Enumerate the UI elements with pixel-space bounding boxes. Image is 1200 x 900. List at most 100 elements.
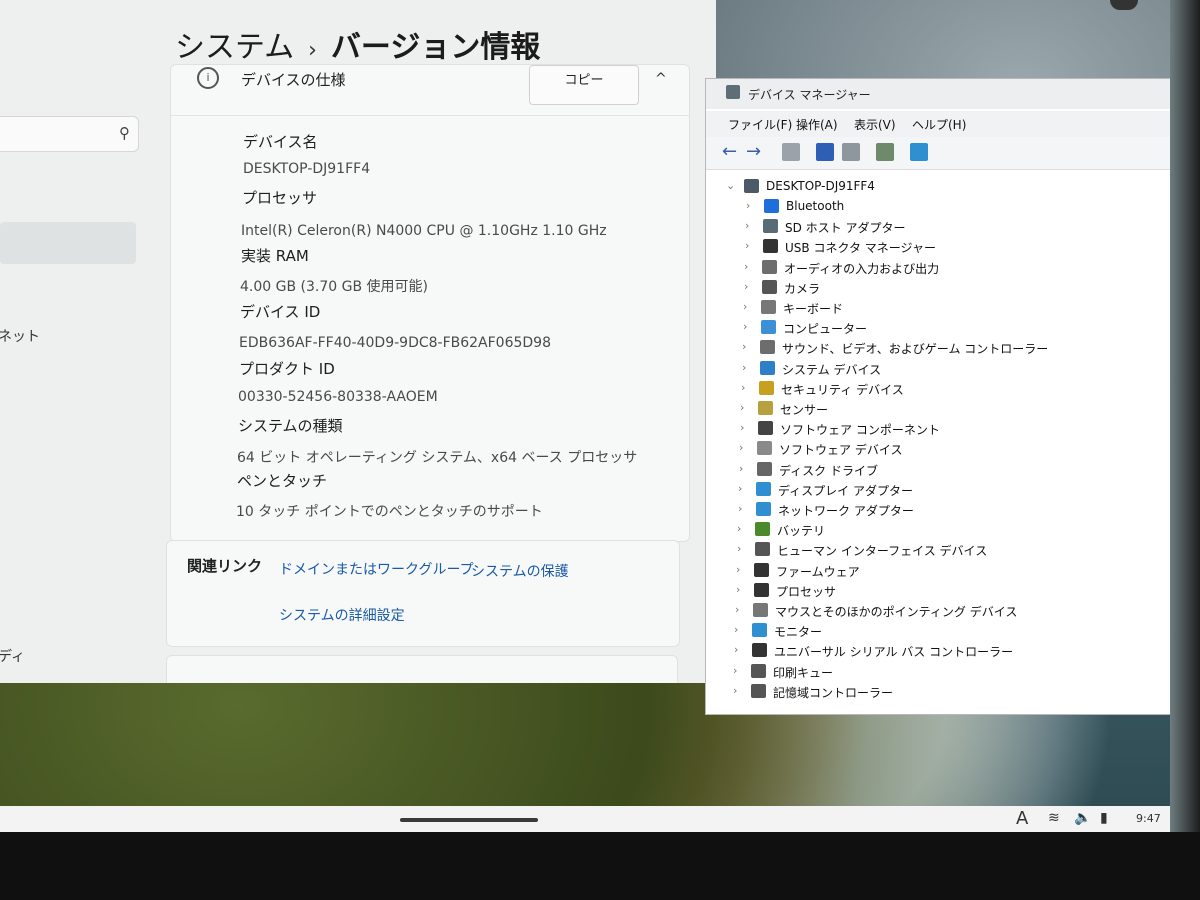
- spec-label-device-name: デバイス名: [243, 133, 318, 151]
- expand-icon[interactable]: ›: [740, 421, 752, 434]
- tree-item-label: バッテリ: [777, 524, 826, 539]
- tree-item-label: ディスプレイ アダプター: [778, 483, 913, 498]
- device-tree: ⌄ DESKTOP-DJ91FF4 › Bluetooth › SD ホスト アダプタ…: [706, 171, 1186, 711]
- usb-icon: [763, 239, 778, 254]
- expand-icon[interactable]: ›: [743, 300, 755, 313]
- spec-label-ram: 実装 RAM: [241, 247, 309, 265]
- tree-item-label: 印刷キュー: [773, 665, 834, 680]
- expand-icon[interactable]: ›: [734, 643, 746, 656]
- back-arrow-icon[interactable]: ←: [722, 141, 737, 162]
- settings-search-input[interactable]: ⚲: [0, 116, 139, 152]
- expand-icon[interactable]: ›: [746, 199, 758, 212]
- tree-item-label: マウスとそのほかのポインティング デバイス: [775, 605, 1018, 619]
- ime-indicator[interactable]: A: [1016, 808, 1028, 829]
- tree-item-label: ディスク ドライブ: [779, 463, 878, 478]
- device-manager-window: デバイス マネージャー ファイル(F) 操作(A) 表示(V) ヘルプ(H) ←…: [705, 78, 1187, 715]
- menu-bar: ファイル(F) 操作(A) 表示(V) ヘルプ(H): [706, 111, 1186, 137]
- spec-value-product-id: 00330-52456-80338-AAOEM: [238, 389, 438, 405]
- help-icon[interactable]: [816, 143, 834, 161]
- taskbar: A ≋ 🔈 ▮ 9:47: [0, 806, 1170, 832]
- spec-value-processor: Intel(R) Celeron(R) N4000 CPU @ 1.10GHz …: [241, 223, 607, 239]
- tree-item-label: USB コネクタ マネージャー: [785, 241, 936, 256]
- expand-icon[interactable]: ›: [743, 320, 755, 333]
- tree-item-label: ユニバーサル シリアル バス コントローラー: [774, 645, 1014, 660]
- copy-button[interactable]: コピー: [529, 65, 639, 105]
- tree-root-label: DESKTOP-DJ91FF4: [766, 179, 875, 193]
- nav-item-accessibility[interactable]: ディ: [0, 646, 25, 666]
- sound-icon: [760, 340, 775, 355]
- spec-value-device-name: DESKTOP-DJ91FF4: [243, 161, 371, 177]
- device-manager-title: デバイス マネージャー: [748, 88, 871, 102]
- expand-icon[interactable]: ›: [733, 664, 745, 677]
- forward-arrow-icon[interactable]: →: [746, 141, 761, 162]
- info-icon: i: [197, 67, 219, 89]
- bluetooth-icon: [764, 199, 779, 213]
- properties-icon[interactable]: [842, 143, 860, 161]
- expand-icon[interactable]: ›: [739, 462, 751, 475]
- expand-icon[interactable]: ›: [734, 623, 746, 636]
- wifi-icon[interactable]: ≋: [1048, 810, 1060, 826]
- chevron-up-icon[interactable]: ^: [655, 71, 667, 87]
- system-protection-link[interactable]: システムの保護: [471, 561, 569, 581]
- expand-icon[interactable]: ›: [737, 542, 749, 555]
- sd-host-icon: [763, 219, 778, 234]
- expand-icon[interactable]: ›: [737, 522, 749, 535]
- software-device-icon: [757, 441, 772, 456]
- collapse-icon[interactable]: ⌄: [726, 179, 738, 192]
- spec-value-pen-touch: 10 タッチ ポイントでのペンとタッチのサポート: [236, 504, 543, 520]
- nav-item-network[interactable]: ネット: [0, 326, 40, 346]
- expand-icon[interactable]: ›: [739, 441, 751, 454]
- tree-item-label: センサー: [780, 403, 829, 417]
- expand-icon[interactable]: ›: [745, 239, 757, 252]
- device-spec-title: デバイスの仕様: [241, 71, 346, 89]
- volume-icon[interactable]: 🔈: [1074, 810, 1091, 826]
- software-component-icon: [758, 421, 773, 436]
- menu-file[interactable]: ファイル(F): [728, 116, 792, 133]
- breadcrumb-separator-icon: ›: [308, 38, 317, 63]
- expand-icon[interactable]: ›: [738, 482, 750, 495]
- audio-icon: [762, 259, 777, 274]
- expand-icon[interactable]: ›: [742, 361, 754, 374]
- expand-icon[interactable]: ›: [744, 280, 756, 293]
- domain-workgroup-link[interactable]: ドメインまたはワークグループ: [279, 559, 474, 579]
- device-spec-card: i デバイスの仕様 コピー ^ デバイス名 DESKTOP-DJ91FF4 プロ…: [170, 64, 690, 542]
- menu-action[interactable]: 操作(A): [796, 116, 838, 133]
- display-adapter-icon: [756, 481, 771, 496]
- show-hide-console-tree-icon[interactable]: [782, 143, 800, 161]
- spec-label-processor: プロセッサ: [242, 189, 318, 207]
- tree-item-label: ソフトウェア デバイス: [779, 443, 903, 458]
- menu-view[interactable]: 表示(V): [854, 116, 896, 133]
- tree-item-label: ネットワーク アダプター: [778, 504, 914, 518]
- next-settings-card: [166, 655, 678, 683]
- expand-icon[interactable]: ›: [733, 684, 745, 697]
- tree-item-label: ファームウェア: [776, 564, 860, 579]
- scan-hardware-icon[interactable]: [910, 143, 928, 161]
- keyboard-icon: [761, 300, 776, 314]
- expand-icon[interactable]: ›: [736, 583, 748, 596]
- device-manager-icon: [726, 85, 740, 99]
- advanced-system-settings-link[interactable]: システムの詳細設定: [279, 605, 405, 625]
- device-manager-titlebar[interactable]: デバイス マネージャー: [706, 79, 1186, 109]
- breadcrumb-parent[interactable]: システム: [175, 30, 294, 65]
- nav-item-selected[interactable]: [0, 222, 136, 264]
- tree-item-label: サウンド、ビデオ、およびゲーム コントローラー: [782, 342, 1049, 357]
- computer-icon: [761, 320, 776, 335]
- expand-icon[interactable]: ›: [742, 340, 754, 353]
- battery-tray-icon[interactable]: ▮: [1100, 810, 1108, 826]
- expand-icon[interactable]: ›: [740, 401, 752, 414]
- menu-help[interactable]: ヘルプ(H): [912, 116, 966, 133]
- update-driver-icon[interactable]: [876, 143, 894, 161]
- expand-icon[interactable]: ›: [738, 502, 750, 515]
- hid-icon: [755, 542, 770, 557]
- expand-icon[interactable]: ›: [745, 219, 757, 232]
- expand-icon[interactable]: ›: [741, 381, 753, 394]
- expand-icon[interactable]: ›: [744, 260, 756, 273]
- screen-bezel-right: [1170, 0, 1200, 832]
- tree-item-label: ヒューマン インターフェイス デバイス: [777, 544, 988, 559]
- spec-label-device-id: デバイス ID: [240, 303, 321, 321]
- taskbar-handle[interactable]: [400, 818, 538, 822]
- expand-icon[interactable]: ›: [736, 563, 748, 576]
- device-spec-header[interactable]: i デバイスの仕様 コピー ^: [171, 65, 689, 116]
- expand-icon[interactable]: ›: [735, 603, 747, 616]
- clock[interactable]: 9:47: [1136, 812, 1161, 825]
